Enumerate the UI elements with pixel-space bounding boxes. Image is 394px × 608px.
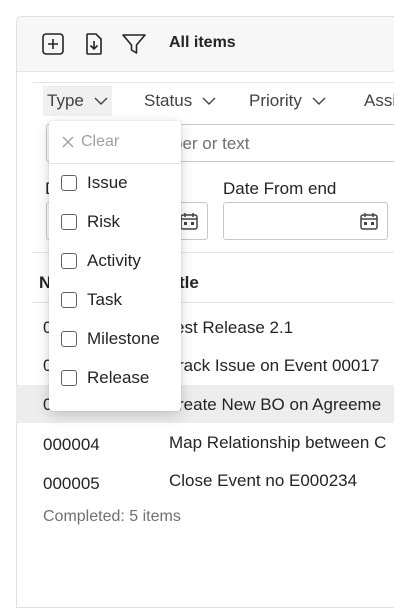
checkbox[interactable] <box>61 175 77 191</box>
row-title[interactable]: est Release 2.1 <box>175 318 293 338</box>
filter-assignee-label: Assi <box>364 91 394 110</box>
type-option-release[interactable]: Release <box>61 365 149 391</box>
checkbox[interactable] <box>61 292 77 308</box>
type-option-milestone[interactable]: Milestone <box>61 326 160 352</box>
row-title[interactable]: rack Issue on Event 00017 <box>178 356 379 376</box>
table-row[interactable]: 000005 Close Event no E000234 <box>16 463 394 501</box>
chevron-down-icon <box>202 97 216 105</box>
date-from-end-input[interactable] <box>223 202 388 240</box>
view-title[interactable]: All items <box>169 34 236 52</box>
type-option-label: Milestone <box>87 329 160 348</box>
type-option-label: Issue <box>87 173 128 192</box>
checkbox[interactable] <box>61 214 77 230</box>
type-option-activity[interactable]: Activity <box>61 248 141 274</box>
column-header-title[interactable]: tle <box>179 273 199 293</box>
type-option-label: Activity <box>87 251 141 270</box>
type-option-risk[interactable]: Risk <box>61 209 120 235</box>
status-footer: Completed: 5 items <box>43 508 181 525</box>
calendar-icon[interactable] <box>359 211 379 231</box>
clear-filter-button[interactable]: Clear <box>49 121 181 164</box>
chevron-down-icon <box>94 97 108 105</box>
type-filter-dropdown: Clear Issue Risk Activity Task Milestone… <box>49 121 181 411</box>
filter-priority-label: Priority <box>249 91 302 110</box>
filter-priority[interactable]: Priority <box>245 86 330 116</box>
close-icon <box>62 136 74 148</box>
clear-label: Clear <box>81 133 120 150</box>
row-number: 000004 <box>43 435 100 454</box>
chevron-down-icon <box>312 97 326 105</box>
calendar-icon[interactable] <box>179 211 199 231</box>
import-icon[interactable] <box>81 31 107 57</box>
type-option-label: Task <box>87 290 122 309</box>
filter-type[interactable]: Type <box>43 86 112 116</box>
type-option-label: Risk <box>87 212 121 231</box>
filter-status-label: Status <box>144 91 193 110</box>
type-option-issue[interactable]: Issue <box>61 170 128 196</box>
filter-type-label: Type <box>47 91 84 110</box>
toolbar: All items <box>17 17 394 72</box>
row-title[interactable]: Map Relationship between C <box>169 433 386 453</box>
filter-status[interactable]: Status <box>140 86 220 116</box>
row-title[interactable]: Close Event no E000234 <box>169 471 357 491</box>
type-option-task[interactable]: Task <box>61 287 122 313</box>
search-placeholder: ber or text <box>173 134 250 153</box>
checkbox[interactable] <box>61 370 77 386</box>
checkbox[interactable] <box>61 253 77 269</box>
add-icon[interactable] <box>40 31 66 57</box>
date-from-end-label: Date From end <box>223 179 337 198</box>
row-title[interactable]: reate New BO on Agreeme <box>178 395 381 415</box>
filter-assignee[interactable]: Assi <box>360 86 394 116</box>
filter-bar-border <box>32 82 394 83</box>
type-option-label: Release <box>87 368 150 387</box>
filter-icon[interactable] <box>121 31 147 57</box>
row-number: 000005 <box>43 474 100 493</box>
table-row[interactable]: 000004 Map Relationship between C <box>16 424 394 462</box>
checkbox[interactable] <box>61 331 77 347</box>
